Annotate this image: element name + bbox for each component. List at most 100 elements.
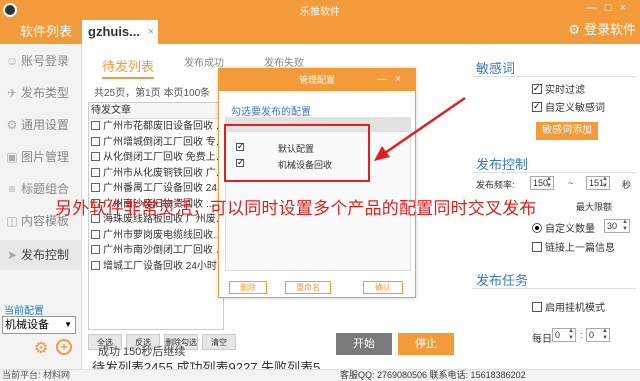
article-title: 广州市萝岗废电缆线回收… [103, 229, 223, 241]
sidebar-item-label: 图片管理 [21, 150, 70, 164]
minute-value: 0 [589, 330, 595, 340]
stop-button[interactable]: 停止 [398, 333, 454, 355]
tab-failed[interactable]: 发布失败 [264, 54, 304, 69]
checkbox[interactable] [532, 100, 542, 112]
login-button[interactable]: ⚙ 登录软件 [568, 20, 636, 40]
sidebar-item-image-management[interactable]: ▣ 图片管理 [0, 142, 82, 172]
checkbox[interactable] [532, 242, 542, 252]
spinner-arrows-icon[interactable]: ▲ ▼ [602, 176, 608, 190]
list-item[interactable]: 增城工厂设备回收 24小时… [89, 259, 223, 275]
dialog-minimize-icon[interactable]: — [377, 74, 395, 85]
footer-controls: 成功 150秒后继续 开始 停止 [82, 329, 464, 369]
list-item[interactable]: 从化倒闭工厂回收 免费上… [89, 150, 223, 166]
list-header: 待发文章 [89, 103, 223, 119]
tab-software-list[interactable]: 软件列表 [20, 20, 80, 44]
checkbox[interactable] [91, 121, 100, 130]
hour-value: 0 [555, 330, 561, 340]
checkbox-label: 自定义敏感词 [545, 103, 605, 114]
frequency-min-input[interactable]: 150 ▲ ▼ [530, 176, 554, 190]
highlight-box [224, 124, 370, 182]
spinner-arrows-icon[interactable]: ▲ ▼ [568, 328, 574, 342]
list-item[interactable]: 广州增城倒闭工厂回收 专… [89, 135, 223, 151]
tab-close-icon[interactable]: × [148, 20, 154, 44]
article-title: 广州市从化废铜铁回收 广… [103, 167, 224, 179]
tab-pending[interactable]: 待发列表 [102, 56, 155, 79]
tab-user[interactable]: gzhuis... × [82, 20, 158, 44]
frequency-unit: 秒 [622, 180, 632, 190]
start-button[interactable]: 开始 [336, 333, 392, 355]
custom-amount-value: 30 [607, 221, 618, 231]
maximize-icon[interactable]: □ [605, 2, 620, 14]
max-amount-label[interactable]: 最大限额 [576, 200, 612, 213]
custom-amount-radio[interactable]: 自定义数量 [532, 220, 595, 235]
spinner-arrows-icon[interactable]: ▲ ▼ [602, 328, 608, 342]
checkbox-label: 链接上一篇信息 [545, 243, 615, 254]
radio-label: 自定义数量 [545, 224, 595, 235]
checkbox[interactable] [532, 82, 542, 94]
custom-sensitive-checkbox[interactable]: 自定义敏感词 [532, 100, 605, 115]
window-controls[interactable]: —□× [586, 2, 634, 14]
current-config-select[interactable]: 机械设备 ▼ [2, 316, 76, 334]
platform-info: 当前平台: 材料网 [2, 370, 71, 380]
link-prev-checkbox[interactable]: 链接上一篇信息 [532, 242, 615, 255]
checkbox[interactable] [91, 260, 100, 270]
current-config-value: 机械设备 [5, 319, 49, 331]
tab-success[interactable]: 发布成功 [184, 54, 224, 69]
sidebar-item-general-settings[interactable]: ⚙ 通用设置 [0, 110, 82, 140]
publish-icon: ➤ [6, 248, 18, 262]
checkbox[interactable] [91, 136, 100, 146]
dialog-controls: —× [377, 69, 409, 91]
daily-label: 每日 [532, 334, 552, 345]
frequency-label: 发布频率: [476, 180, 515, 190]
sidebar-item-publish-control[interactable]: ➤ 发布控制 [0, 240, 82, 270]
config-settings-icon[interactable]: ⚙ [34, 338, 48, 358]
rename-config-button[interactable]: 重命名 [285, 281, 331, 294]
radio[interactable] [532, 223, 542, 233]
custom-amount-input[interactable]: 30 ▲ ▼ [604, 219, 630, 233]
hangup-mode-checkbox[interactable]: 启用挂机模式 [532, 302, 605, 315]
article-title: 广州市花都废旧设备回收 … [103, 121, 224, 132]
list-item[interactable]: 广州市萝岗废电缆线回收… [89, 228, 223, 244]
daily-hour-input[interactable]: 0 ▲ ▼ [552, 328, 576, 342]
add-sensitive-button[interactable]: 敏感词添加 [536, 122, 598, 140]
chevron-down-icon: ▼ [64, 320, 72, 329]
daily-minute-input[interactable]: 0 ▲ ▼ [586, 328, 610, 342]
delete-config-button[interactable]: 删除 [229, 281, 267, 294]
sidebar-item-publish-type[interactable]: ✈ 发布类型 [0, 78, 82, 108]
divider [472, 172, 636, 173]
add-config-icon[interactable]: + [56, 339, 72, 355]
sidebar-item-label: 账号登录 [21, 54, 70, 68]
article-title: 增城工厂设备回收 24小时… [103, 260, 224, 272]
spinner-arrows-icon[interactable]: ▲ ▼ [546, 176, 552, 190]
sidebar-item-label: 通用设置 [21, 118, 70, 132]
sidebar-item-account-login[interactable]: ☺ 账号登录 [0, 46, 82, 76]
annotation-text: 另外软件非常灵活，可以同时设置多个产品的配置同时交叉发布 [55, 199, 537, 218]
divider [472, 288, 636, 289]
gear-icon: ⚙ [6, 118, 18, 132]
frequency-max-input[interactable]: 151 ▲ ▼ [586, 176, 610, 190]
confirm-button[interactable]: 确认 [363, 281, 403, 294]
article-title: 从化倒闭工厂回收 免费上… [103, 152, 224, 163]
time-separator: : [580, 330, 583, 340]
close-icon[interactable]: × [620, 2, 634, 14]
publish-task-title: 发布任务 [476, 273, 529, 288]
send-icon: ✈ [6, 86, 18, 100]
minimize-icon[interactable]: — [586, 2, 605, 14]
contact-info: 客服QQ: 2769080506 联系电话: 15618386202 [340, 370, 526, 380]
list-item[interactable]: 广州市从化废铜铁回收 广… [89, 166, 223, 182]
dialog-close-icon[interactable]: × [395, 74, 409, 85]
dialog-prompt: 勾选要发布的配置 [231, 107, 311, 118]
status-text: 成功 150秒后继续 [98, 346, 186, 358]
settings-icon[interactable]: ⚙ [568, 22, 580, 37]
checkbox[interactable] [91, 167, 100, 177]
checkbox[interactable] [532, 302, 542, 312]
checkbox-label: 实时过滤 [545, 85, 585, 96]
realtime-filter-checkbox[interactable]: 实时过滤 [532, 82, 585, 97]
checkbox[interactable] [91, 183, 100, 192]
list-item[interactable]: 广州市花都废旧设备回收 … [89, 119, 223, 135]
checkbox[interactable] [91, 229, 100, 239]
checkbox[interactable] [91, 152, 100, 161]
spinner-arrows-icon[interactable]: ▲ ▼ [622, 219, 628, 233]
list-item[interactable]: 广州市南沙倒闭工厂回收 … [89, 243, 223, 259]
checkbox[interactable] [91, 245, 100, 254]
